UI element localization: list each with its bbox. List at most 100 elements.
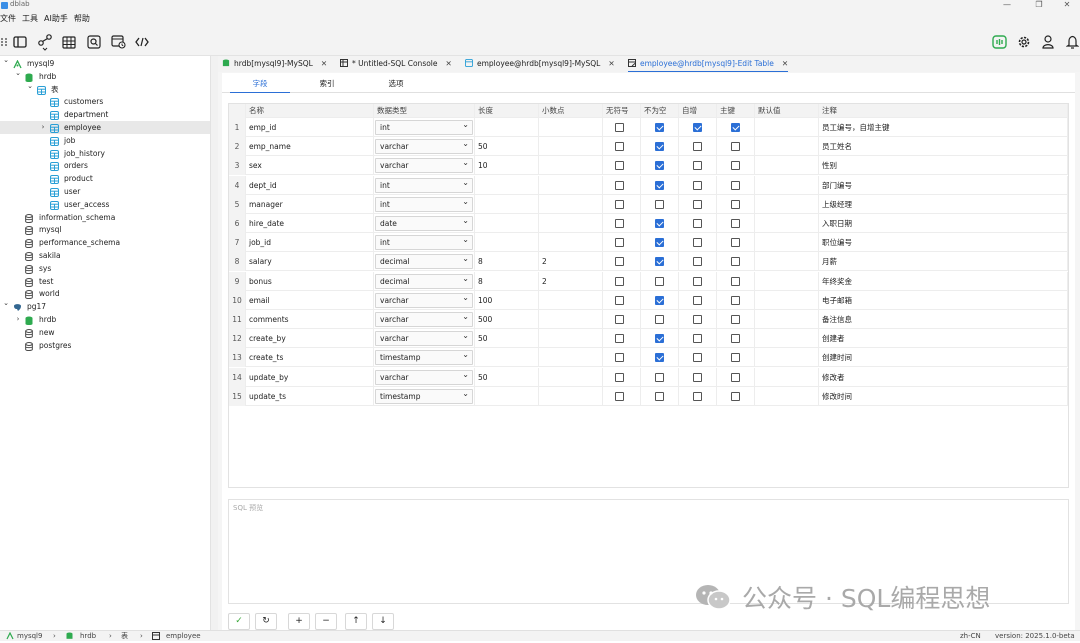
primary-key-checkbox[interactable] [731, 334, 740, 344]
not-null-checkbox[interactable] [655, 219, 664, 228]
tree-node-user[interactable]: user [0, 185, 210, 198]
auto-increment-checkbox[interactable] [693, 391, 702, 401]
field-row[interactable]: 10 email varchar ⌄ 100 电子邮箱 [229, 290, 1068, 310]
auto-increment-checkbox[interactable] [693, 199, 702, 209]
field-row[interactable]: 13 create_ts timestamp ⌄ 创建时间 [229, 348, 1068, 368]
field-name-cell[interactable]: emp_name [246, 137, 374, 157]
comment-cell[interactable]: 性别 [819, 156, 1068, 176]
primary-key-checkbox[interactable] [731, 142, 740, 152]
field-row[interactable]: 4 dept_id int ⌄ 部门编号 [229, 175, 1068, 195]
tree-node-job_history[interactable]: job_history [0, 147, 210, 160]
default-value-cell[interactable] [755, 271, 819, 291]
chevron-down-icon[interactable]: ⌄ [26, 80, 34, 93]
tree-node-world[interactable]: world [0, 287, 210, 300]
add-field-button[interactable]: + [288, 613, 310, 630]
default-value-cell[interactable] [755, 175, 819, 195]
primary-key-checkbox[interactable] [731, 219, 740, 228]
tree-node-test[interactable]: test [0, 275, 210, 288]
decimals-cell[interactable] [539, 137, 603, 157]
decimals-cell[interactable] [539, 175, 603, 195]
refresh-button[interactable]: ↻ [255, 613, 277, 630]
field-name-cell[interactable]: bonus [246, 271, 374, 291]
field-row[interactable]: 15 update_ts timestamp ⌄ 修改时间 [229, 386, 1068, 406]
column-header[interactable]: 默认值 [755, 104, 819, 118]
tree-node-employee[interactable]: › employee [0, 121, 210, 134]
auto-increment-checkbox[interactable] [693, 372, 702, 382]
auto-increment-checkbox[interactable] [693, 276, 702, 286]
tree-node-orders[interactable]: orders [0, 159, 210, 172]
primary-key-checkbox[interactable] [731, 391, 740, 401]
tree-node-[interactable]: ⌄ 表 [0, 80, 210, 96]
decimals-cell[interactable] [539, 233, 603, 253]
unsigned-checkbox[interactable] [615, 219, 624, 228]
data-type-select[interactable]: date ⌄ [375, 216, 473, 231]
data-type-select[interactable]: int ⌄ [375, 196, 473, 212]
not-null-checkbox[interactable] [655, 123, 664, 132]
code-icon[interactable] [134, 34, 150, 50]
field-row[interactable]: 3 sex varchar ⌄ 10 性别 [229, 156, 1068, 176]
primary-key-checkbox[interactable] [731, 180, 740, 190]
close-icon[interactable]: ✕ [446, 59, 452, 68]
data-type-select[interactable]: int ⌄ [375, 120, 473, 135]
column-header[interactable]: 名称 [246, 104, 374, 118]
unsigned-checkbox[interactable] [615, 161, 624, 171]
tree-node-performance_schema[interactable]: performance_schema [0, 236, 210, 249]
data-type-select[interactable]: varchar ⌄ [375, 158, 473, 174]
comment-cell[interactable]: 月薪 [819, 252, 1068, 272]
not-null-checkbox[interactable] [655, 180, 664, 190]
subtab-indexes[interactable]: 索引 [297, 77, 357, 93]
primary-key-checkbox[interactable] [731, 276, 740, 286]
comment-cell[interactable]: 上级经理 [819, 194, 1068, 214]
not-null-checkbox[interactable] [655, 391, 664, 401]
chevron-right-icon[interactable]: › [14, 313, 22, 326]
length-cell[interactable] [475, 348, 539, 368]
unsigned-checkbox[interactable] [615, 276, 624, 286]
tree-node-department[interactable]: department [0, 108, 210, 121]
auto-increment-checkbox[interactable] [693, 257, 702, 267]
field-row[interactable]: 8 salary decimal ⌄ 8 2 月薪 [229, 252, 1068, 272]
comment-cell[interactable]: 员工姓名 [819, 137, 1068, 157]
auto-increment-checkbox[interactable] [693, 334, 702, 344]
field-name-cell[interactable]: hire_date [246, 214, 374, 233]
layout-icon[interactable] [12, 34, 28, 50]
primary-key-checkbox[interactable] [731, 353, 740, 363]
decimals-cell[interactable] [539, 118, 603, 137]
primary-key-checkbox[interactable] [731, 238, 740, 248]
tree-node-pg17[interactable]: ⌄ pg17 [0, 299, 210, 313]
data-type-select[interactable]: timestamp ⌄ [375, 388, 473, 404]
data-type-select[interactable]: decimal ⌄ [375, 254, 473, 270]
menu-ai-assistant[interactable]: AI助手 [44, 11, 68, 27]
menu-help[interactable]: 帮助 [74, 11, 90, 27]
tree-node-postgres[interactable]: postgres [0, 339, 210, 352]
chevron-right-icon[interactable]: › [39, 121, 47, 134]
field-name-cell[interactable]: update_ts [246, 386, 374, 406]
not-null-checkbox[interactable] [655, 257, 664, 267]
unsigned-checkbox[interactable] [615, 295, 624, 305]
comment-cell[interactable]: 职位编号 [819, 233, 1068, 253]
field-name-cell[interactable]: create_ts [246, 348, 374, 368]
default-value-cell[interactable] [755, 252, 819, 272]
comment-cell[interactable]: 入职日期 [819, 214, 1068, 233]
decimals-cell[interactable]: 2 [539, 252, 603, 272]
menu-tools[interactable]: 工具 [22, 11, 38, 27]
decimals-cell[interactable] [539, 156, 603, 176]
breadcrumb-tables[interactable]: 表 [121, 631, 128, 641]
not-null-checkbox[interactable] [655, 353, 664, 363]
comment-cell[interactable]: 部门编号 [819, 175, 1068, 195]
close-window-button[interactable]: ✕ [1052, 0, 1080, 9]
editor-tab[interactable]: hrdb[mysql9]-MySQL ✕ [222, 56, 327, 72]
close-icon[interactable]: ✕ [782, 59, 788, 68]
close-icon[interactable]: ✕ [321, 59, 327, 68]
tree-node-user_access[interactable]: user_access [0, 198, 210, 211]
primary-key-checkbox[interactable] [731, 257, 740, 267]
unsigned-checkbox[interactable] [615, 123, 624, 132]
tree-node-sakila[interactable]: sakila [0, 249, 210, 262]
decimals-cell[interactable]: 2 [539, 271, 603, 291]
field-row[interactable]: 12 create_by varchar ⌄ 50 创建者 [229, 329, 1068, 349]
field-row[interactable]: 1 emp_id int ⌄ 员工编号，自增主键 [229, 118, 1068, 137]
move-down-button[interactable]: ↓ [372, 613, 394, 630]
sidebar-splitter[interactable] [211, 56, 218, 630]
subtab-options[interactable]: 选项 [366, 77, 426, 93]
decimals-cell[interactable] [539, 214, 603, 233]
breadcrumb-table[interactable]: employee [166, 631, 201, 641]
